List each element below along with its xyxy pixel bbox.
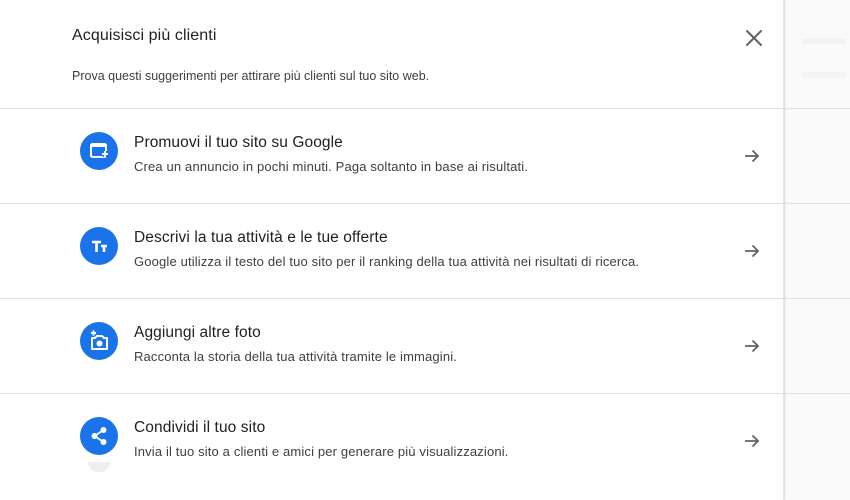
suggestion-description: Invia il tuo sito a clienti e amici per … xyxy=(134,444,509,459)
suggestion-describe-business[interactable]: Descrivi la tua attività e le tue offert… xyxy=(0,204,784,298)
suggestion-description: Racconta la storia della tua attività tr… xyxy=(134,349,458,364)
add-photo-icon xyxy=(80,322,118,360)
arrow-forward-icon xyxy=(740,334,764,358)
suggestion-description: Google utilizza il testo del tuo sito pe… xyxy=(134,254,640,269)
arrow-forward-icon xyxy=(740,239,764,263)
background-placeholder-line xyxy=(801,38,847,44)
close-button[interactable] xyxy=(740,24,768,52)
ad-window-plus-icon xyxy=(80,132,118,170)
close-icon xyxy=(746,30,762,46)
suggestion-add-photos[interactable]: Aggiungi altre foto Racconta la storia d… xyxy=(0,299,784,393)
arrow-forward-icon xyxy=(740,144,764,168)
suggestion-title: Aggiungi altre foto xyxy=(134,324,261,341)
background-edge-right xyxy=(784,0,850,500)
share-icon xyxy=(80,417,118,455)
suggestion-description: Crea un annuncio in pochi minuti. Paga s… xyxy=(134,159,529,174)
suggestion-title: Condividi il tuo sito xyxy=(134,419,266,436)
suggestion-promote-site[interactable]: Promuovi il tuo sito su Google Crea un a… xyxy=(0,109,784,203)
dialog-title: Acquisisci più clienti xyxy=(72,27,217,44)
text-size-icon xyxy=(80,227,118,265)
dialog-subtitle: Prova questi suggerimenti per attirare p… xyxy=(72,69,430,83)
background-placeholder-line xyxy=(801,72,847,78)
suggestion-title: Descrivi la tua attività e le tue offert… xyxy=(134,229,388,246)
suggestion-share-site[interactable]: Condividi il tuo sito Invia il tuo sito … xyxy=(0,394,784,488)
arrow-forward-icon xyxy=(740,429,764,453)
suggestion-title: Promuovi il tuo sito su Google xyxy=(134,134,343,151)
